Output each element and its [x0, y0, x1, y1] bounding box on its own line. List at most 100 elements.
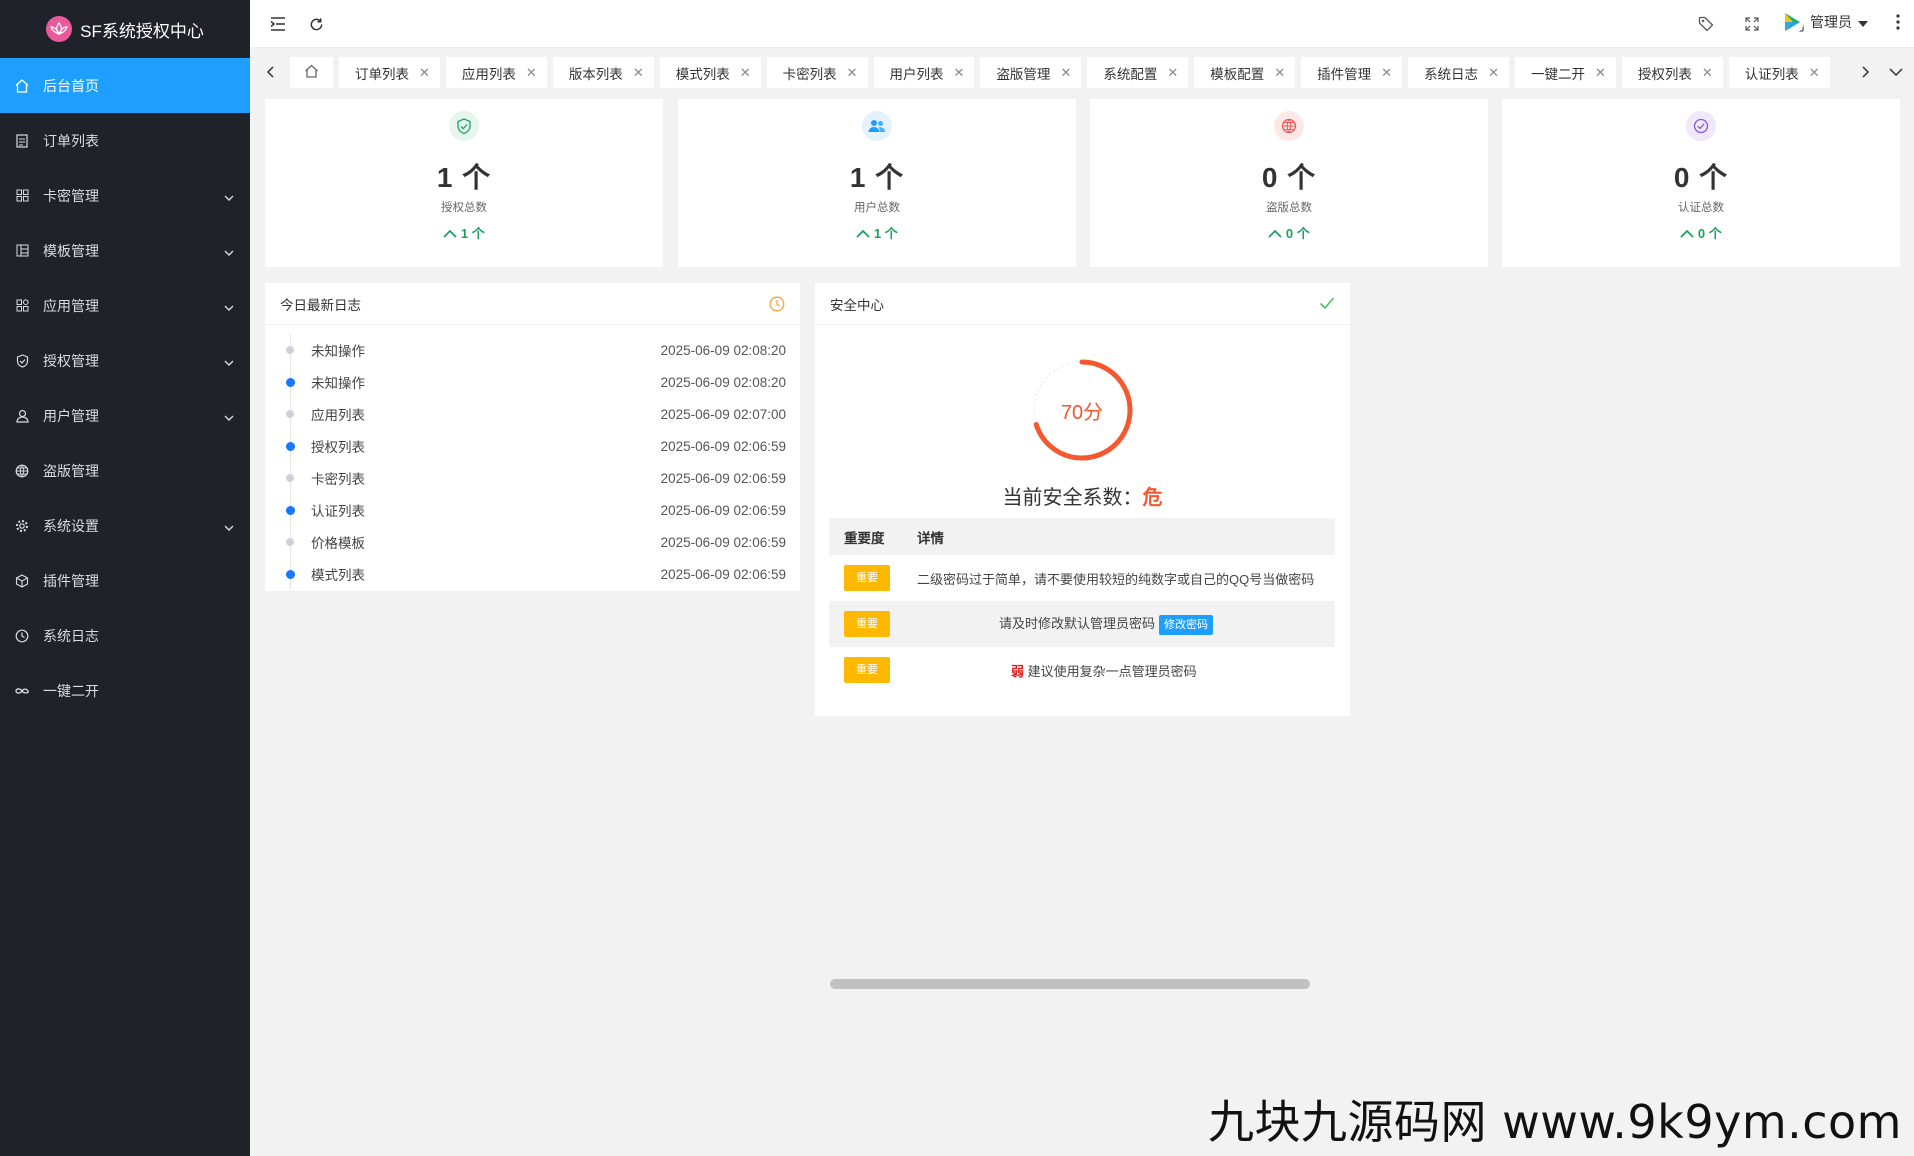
col-detail: 详情 — [917, 530, 944, 546]
log-name: 未知操作 — [311, 344, 365, 359]
sidebar-item-label: 系统设置 — [43, 517, 99, 534]
tab-label: 用户列表 — [889, 66, 944, 82]
tab-close-icon[interactable]: ✕ — [419, 65, 430, 81]
tab-item[interactable]: 用户列表 ✕ — [873, 57, 975, 88]
sidebar-item-9[interactable]: 插件管理 — [0, 553, 250, 608]
tab-label: 认证列表 — [1744, 66, 1799, 82]
sidebar-item-5[interactable]: 授权管理 — [0, 333, 250, 388]
top-header: 管理员 — [250, 0, 1914, 48]
tab-close-icon[interactable]: ✕ — [1809, 65, 1820, 81]
tab-close-icon[interactable]: ✕ — [526, 65, 537, 81]
refresh-icon[interactable] — [304, 12, 328, 36]
globe-icon — [1274, 111, 1304, 141]
security-panel-header: 安全中心 — [815, 283, 1350, 325]
sidebar-item-4[interactable]: 应用管理 — [0, 278, 250, 333]
tab-close-icon[interactable]: ✕ — [954, 65, 965, 81]
tab-close-icon[interactable]: ✕ — [1488, 65, 1499, 81]
tabs-menu-chevron-icon[interactable] — [1884, 58, 1908, 86]
tab-label: 模式列表 — [675, 66, 730, 82]
tab-close-icon[interactable]: ✕ — [847, 65, 858, 81]
tab-item[interactable]: 模板配置 ✕ — [1194, 57, 1296, 88]
table-row: 重要 请及时修改默认管理员密码 修改密码 — [829, 601, 1335, 647]
sidebar-item-11[interactable]: 一键二开 — [0, 663, 250, 718]
log-item: 授权列表 2025-06-09 02:06:59 — [279, 430, 786, 462]
log-name: 模式列表 — [311, 568, 365, 583]
tab-item[interactable]: 授权列表 ✕ — [1621, 57, 1723, 88]
tab-close-icon[interactable]: ✕ — [740, 65, 751, 81]
stat-card: 0 个认证总数 0 个 — [1502, 99, 1900, 267]
importance-badge: 重要 — [844, 565, 890, 591]
fullscreen-icon[interactable] — [1740, 12, 1764, 36]
users-icon — [862, 111, 892, 141]
tab-home[interactable] — [290, 57, 333, 88]
stat-card: 0 个盗版总数 0 个 — [1090, 99, 1488, 267]
table-scrollbar[interactable] — [830, 979, 1310, 989]
sidebar-item-label: 插件管理 — [43, 572, 99, 589]
tab-close-icon[interactable]: ✕ — [1381, 65, 1392, 81]
arrow-up-icon — [1268, 226, 1282, 241]
admin-label: 管理员 — [1810, 14, 1852, 30]
tabs-scroll-left-icon[interactable] — [258, 58, 282, 86]
chevron-down-icon — [224, 408, 234, 424]
tab-label: 卡密列表 — [782, 66, 837, 82]
tab-item[interactable]: 系统配置 ✕ — [1087, 57, 1189, 88]
tab-item[interactable]: 插件管理 ✕ — [1301, 57, 1403, 88]
tabs-scroll-right-icon[interactable] — [1854, 58, 1878, 86]
globe-icon — [15, 464, 29, 478]
chevron-down-icon — [224, 518, 234, 534]
brand: SF系统授权中心 — [0, 0, 250, 58]
tab-item[interactable]: 盗版管理 ✕ — [980, 57, 1082, 88]
log-timeline: 未知操作 2025-06-09 02:08:20 未知操作 2025-06-09 02… — [265, 325, 800, 590]
sidebar-item-8[interactable]: 系统设置 — [0, 498, 250, 553]
sidebar-item-3[interactable]: 模板管理 — [0, 223, 250, 278]
sidebar-item-6[interactable]: 用户管理 — [0, 388, 250, 443]
log-time: 2025-06-09 02:06:59 — [660, 566, 786, 582]
chevron-down-icon — [224, 353, 234, 369]
table-row: 重要 二级密码过于简单，请不要使用较短的纯数字或自己的QQ号当做密码 — [829, 555, 1335, 601]
logs-panel: 今日最新日志 未知操作 2025-06-09 02:08:20 未知操作 2025-0… — [265, 283, 800, 591]
log-item: 未知操作 2025-06-09 02:08:20 — [279, 334, 786, 366]
log-name: 卡密列表 — [311, 472, 365, 487]
document-icon — [15, 133, 29, 148]
sidebar-item-2[interactable]: 卡密管理 — [0, 168, 250, 223]
watermark-text: 九块九源码网 www.9k9ym.com — [1208, 1095, 1902, 1149]
check-circle-icon — [1686, 111, 1716, 141]
tab-item[interactable]: 一键二开 ✕ — [1514, 57, 1616, 88]
stat-label: 授权总数 — [441, 202, 487, 214]
tab-close-icon[interactable]: ✕ — [1595, 65, 1606, 81]
tab-close-icon[interactable]: ✕ — [1167, 65, 1178, 81]
sidebar-item-0[interactable]: 后台首页 — [0, 58, 250, 113]
tab-item[interactable]: 模式列表 ✕ — [659, 57, 761, 88]
tab-item[interactable]: 认证列表 ✕ — [1728, 57, 1830, 88]
log-time: 2025-06-09 02:08:20 — [660, 342, 786, 358]
log-name: 未知操作 — [311, 376, 365, 391]
sidebar-item-1[interactable]: 订单列表 — [0, 113, 250, 168]
tab-item[interactable]: 订单列表 ✕ — [339, 57, 440, 88]
log-item: 价格模板 2025-06-09 02:06:59 — [279, 526, 786, 558]
security-status: 当前安全系数：危 — [815, 481, 1350, 510]
collapse-menu-icon[interactable] — [266, 12, 290, 36]
more-vertical-icon[interactable] — [1896, 13, 1900, 34]
stat-delta-value: 0 个 — [1697, 226, 1722, 241]
weak-label: 弱 — [1011, 663, 1025, 679]
change-password-button[interactable]: 修改密码 — [1159, 615, 1214, 635]
security-panel: 安全中心 70分 当前安全系数：危 重要度 详情 重要 二级密码过于简单，请不要… — [815, 283, 1350, 989]
tab-close-icon[interactable]: ✕ — [1702, 65, 1713, 81]
stat-delta: 1 个 — [265, 223, 663, 242]
tab-close-icon[interactable]: ✕ — [1060, 65, 1071, 81]
stat-card: 1 个授权总数 1 个 — [265, 99, 663, 267]
tag-icon[interactable] — [1694, 12, 1718, 36]
tab-close-icon[interactable]: ✕ — [1274, 65, 1285, 81]
tab-item[interactable]: 版本列表 ✕ — [552, 57, 654, 88]
sidebar-item-7[interactable]: 盗版管理 — [0, 443, 250, 498]
tab-label: 插件管理 — [1317, 66, 1372, 82]
tab-close-icon[interactable]: ✕ — [633, 65, 644, 81]
security-table-header: 重要度 详情 — [829, 518, 1335, 555]
tab-item[interactable]: 应用列表 ✕ — [445, 57, 547, 88]
tab-item[interactable]: 卡密列表 ✕ — [766, 57, 868, 88]
tab-item[interactable]: 系统日志 ✕ — [1408, 57, 1509, 88]
admin-menu[interactable]: 管理员 — [1780, 10, 1868, 34]
sidebar-item-label: 应用管理 — [43, 297, 99, 314]
arrow-up-icon — [1680, 226, 1694, 241]
sidebar-item-10[interactable]: 系统日志 — [0, 608, 250, 663]
